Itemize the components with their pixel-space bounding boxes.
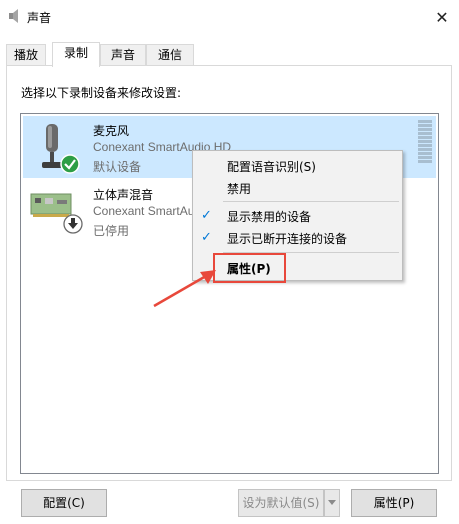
device-name: 立体声混音 <box>93 188 154 202</box>
device-name: 麦克风 <box>93 124 130 138</box>
speaker-icon <box>9 9 18 23</box>
tab-sounds[interactable]: 声音 <box>100 44 146 66</box>
tab-playback[interactable]: 播放 <box>6 44 46 66</box>
properties-button[interactable]: 属性(P) <box>351 489 437 517</box>
default-checkmark-icon <box>60 154 80 174</box>
menu-item-disable[interactable]: 禁用 <box>227 180 251 197</box>
tab-strip: 播放 录制 声音 通信 <box>6 42 454 67</box>
close-button[interactable]: ✕ <box>425 0 459 34</box>
set-default-button[interactable]: 设为默认值(S) <box>238 489 324 517</box>
stereo-mix-card-icon <box>30 193 83 234</box>
title-bar: 声音 ✕ <box>0 0 459 34</box>
configure-button[interactable]: 配置(C) <box>21 489 107 517</box>
microphone-icon <box>42 124 80 174</box>
chevron-down-icon <box>328 500 336 505</box>
tab-recording[interactable]: 录制 <box>52 42 100 67</box>
tab-communications[interactable]: 通信 <box>146 44 194 66</box>
device-status: 已停用 <box>93 224 130 238</box>
window-title: 声音 <box>27 11 52 25</box>
menu-item-configure-speech[interactable]: 配置语音识别(S) <box>227 158 316 175</box>
menu-separator <box>223 201 399 202</box>
annotation-highlight-box <box>213 253 286 283</box>
set-default-dropdown[interactable] <box>324 489 340 517</box>
instruction-text: 选择以下录制设备来修改设置: <box>21 86 182 100</box>
checkmark-icon: ✓ <box>201 208 212 223</box>
menu-item-show-disabled[interactable]: 显示禁用的设备 <box>227 208 311 225</box>
annotation-arrow-icon <box>153 270 216 308</box>
checkmark-icon: ✓ <box>201 230 212 245</box>
level-meter <box>418 120 432 166</box>
menu-item-show-disconnected[interactable]: 显示已断开连接的设备 <box>227 230 347 247</box>
device-status: 默认设备 <box>93 160 142 174</box>
disabled-arrow-icon <box>63 214 83 234</box>
close-icon: ✕ <box>435 7 449 27</box>
